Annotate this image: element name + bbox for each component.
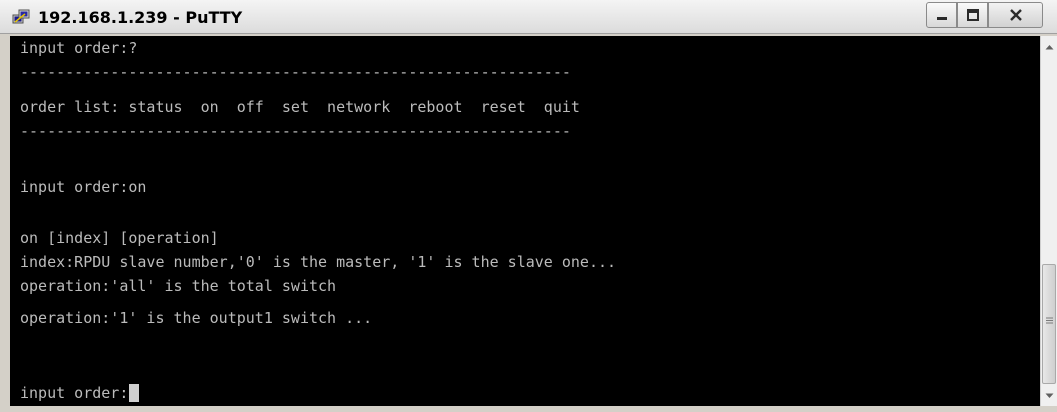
text-cursor <box>129 384 140 402</box>
close-icon <box>1009 9 1022 21</box>
maximize-button[interactable] <box>957 2 988 28</box>
scrollbar-thumb[interactable] <box>1042 264 1056 384</box>
scroll-grip-icon <box>1046 317 1053 324</box>
minimize-icon <box>936 17 947 20</box>
maximize-icon <box>966 9 979 21</box>
terminal-line: index:RPDU slave number,'0' is the maste… <box>20 253 617 271</box>
terminal-line: ----------------------------------------… <box>20 122 571 140</box>
terminal-prompt-line: input order: <box>20 381 140 405</box>
terminal-line: input order:on <box>20 178 147 196</box>
terminal-line: input order:? <box>20 39 138 57</box>
title-bar[interactable]: 192.168.1.239 - PuTTY <box>0 0 1057 34</box>
window-bottom-border <box>0 406 1057 412</box>
terminal-line: operation:'1' is the output1 switch ... <box>20 309 373 327</box>
putty-icon[interactable] <box>12 9 30 25</box>
scroll-up-arrow-icon <box>1045 44 1053 49</box>
window-title: 192.168.1.239 - PuTTY <box>38 8 243 27</box>
scroll-down-button[interactable] <box>1041 387 1057 404</box>
minimize-button[interactable] <box>926 2 957 28</box>
terminal-screen[interactable]: input order:? --------------------------… <box>10 36 1040 406</box>
close-button[interactable] <box>988 2 1043 28</box>
terminal-line: order list: status on off set network re… <box>20 98 580 116</box>
vertical-scrollbar[interactable] <box>1040 36 1057 406</box>
terminal-line: operation:'all' is the total switch <box>20 277 337 295</box>
scroll-up-button[interactable] <box>1041 38 1057 55</box>
scroll-down-arrow-icon <box>1045 393 1053 398</box>
terminal-prompt: input order: <box>20 384 129 402</box>
putty-window: 192.168.1.239 - PuTTY input order:? ----… <box>0 0 1057 412</box>
terminal-line: ----------------------------------------… <box>20 63 571 81</box>
terminal-line: on [index] [operation] <box>20 229 219 247</box>
